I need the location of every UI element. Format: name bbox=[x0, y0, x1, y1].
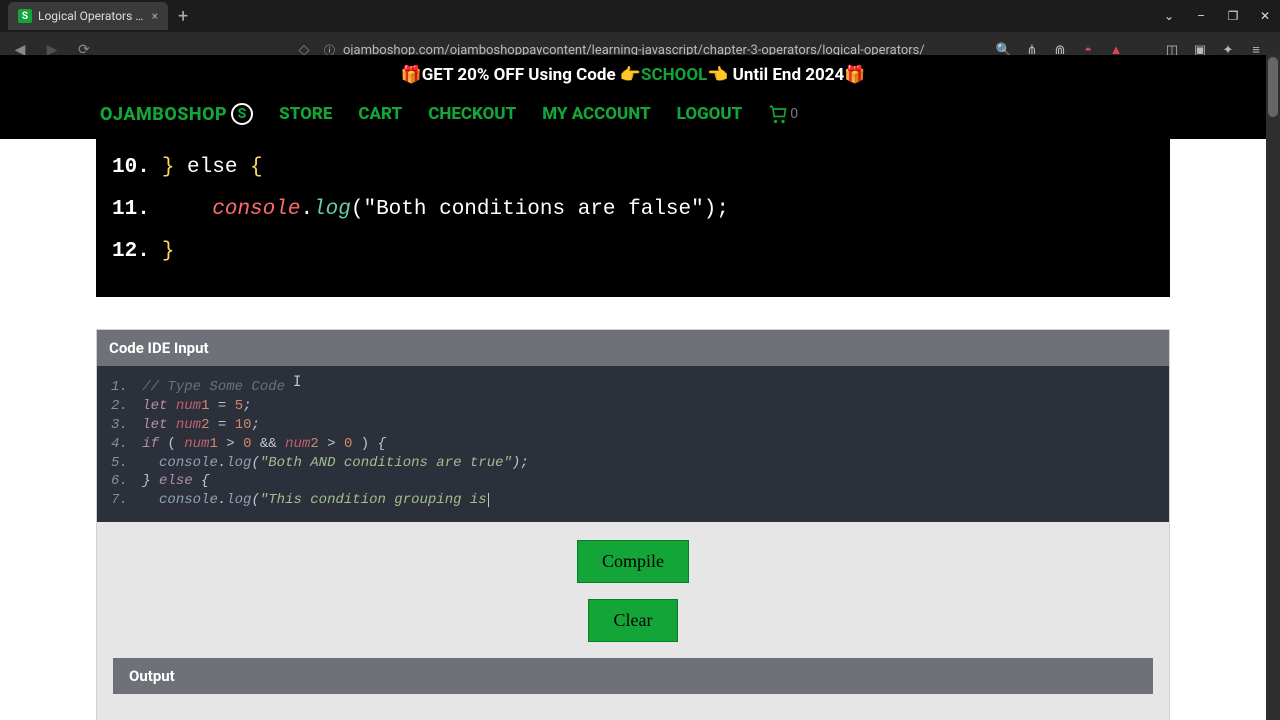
tab-title: Logical Operators - Ojamb bbox=[38, 9, 146, 23]
clear-button[interactable]: Clear bbox=[588, 599, 678, 642]
cart-button[interactable]: 0 bbox=[768, 104, 798, 124]
ide-editor[interactable]: 𝙸 1. // Type Some Code2. let num1 = 5;3.… bbox=[97, 366, 1169, 522]
code-line: 11. console.log("Both conditions are fal… bbox=[112, 189, 1154, 231]
browser-titlebar: S Logical Operators - Ojamb × + ⌄ – ❐ ✕ bbox=[0, 0, 1280, 32]
page-scrollbar[interactable] bbox=[1266, 55, 1280, 720]
ide-line: 1. // Type Some Code bbox=[111, 378, 1155, 397]
ide-output-header: Output bbox=[113, 658, 1153, 694]
editor-cursor bbox=[488, 493, 489, 507]
text-cursor-icon: 𝙸 bbox=[293, 374, 301, 393]
top-nav: OJAMBOSHOP S STORE CART CHECKOUT MY ACCO… bbox=[0, 95, 1266, 139]
nav-store[interactable]: STORE bbox=[279, 104, 332, 124]
close-window-button[interactable]: ✕ bbox=[1250, 1, 1280, 31]
tab-strip: S Logical Operators - Ojamb × + bbox=[0, 0, 198, 32]
compile-button[interactable]: Compile bbox=[577, 540, 689, 583]
page-viewport: 🎁GET 20% OFF Using Code 👉SCHOOL👈 Until E… bbox=[0, 55, 1266, 720]
ide-line: 7. console.log("This condition grouping … bbox=[111, 491, 1155, 510]
promo-code: SCHOOL bbox=[641, 65, 707, 85]
brand[interactable]: OJAMBOSHOP S bbox=[100, 103, 253, 125]
dropdown-icon[interactable]: ⌄ bbox=[1154, 1, 1184, 31]
code-ide: Code IDE Input 𝙸 1. // Type Some Code2. … bbox=[96, 329, 1170, 720]
cart-count: 0 bbox=[790, 106, 798, 122]
cart-icon bbox=[768, 104, 788, 124]
ide-line: 5. console.log("Both AND conditions are … bbox=[111, 454, 1155, 473]
tab-close-icon[interactable]: × bbox=[152, 9, 158, 23]
code-example-block: 10.} else {11. console.log("Both conditi… bbox=[96, 139, 1170, 297]
new-tab-button[interactable]: + bbox=[168, 6, 198, 27]
nav-checkout[interactable]: CHECKOUT bbox=[428, 104, 516, 124]
minimize-button[interactable]: – bbox=[1186, 1, 1216, 31]
promo-post: 👈 Until End 2024🎁 bbox=[707, 65, 865, 85]
promo-pre: 🎁GET 20% OFF Using Code 👉 bbox=[401, 65, 641, 85]
ide-line: 2. let num1 = 5; bbox=[111, 397, 1155, 416]
ide-actions: Compile Clear Output bbox=[97, 522, 1169, 720]
code-line: 12.} bbox=[112, 231, 1154, 273]
tab-favicon-icon: S bbox=[18, 9, 32, 23]
maximize-button[interactable]: ❐ bbox=[1218, 1, 1248, 31]
browser-tab[interactable]: S Logical Operators - Ojamb × bbox=[8, 2, 168, 30]
brand-logo-icon: S bbox=[231, 103, 253, 125]
code-line: 10.} else { bbox=[112, 147, 1154, 189]
ide-line: 6. } else { bbox=[111, 472, 1155, 491]
page-content: 10.} else {11. console.log("Both conditi… bbox=[0, 139, 1266, 720]
nav-cart[interactable]: CART bbox=[358, 104, 402, 124]
promo-banner: 🎁GET 20% OFF Using Code 👉SCHOOL👈 Until E… bbox=[0, 55, 1266, 95]
window-controls: ⌄ – ❐ ✕ bbox=[1154, 1, 1280, 31]
ide-line: 4. if ( num1 > 0 && num2 > 0 ) { bbox=[111, 435, 1155, 454]
nav-logout[interactable]: LOGOUT bbox=[677, 104, 743, 124]
scroll-thumb[interactable] bbox=[1268, 57, 1278, 117]
ide-line: 3. let num2 = 10; bbox=[111, 416, 1155, 435]
ide-header: Code IDE Input bbox=[97, 330, 1169, 366]
nav-account[interactable]: MY ACCOUNT bbox=[542, 104, 650, 124]
brand-text: OJAMBOSHOP bbox=[100, 104, 227, 125]
